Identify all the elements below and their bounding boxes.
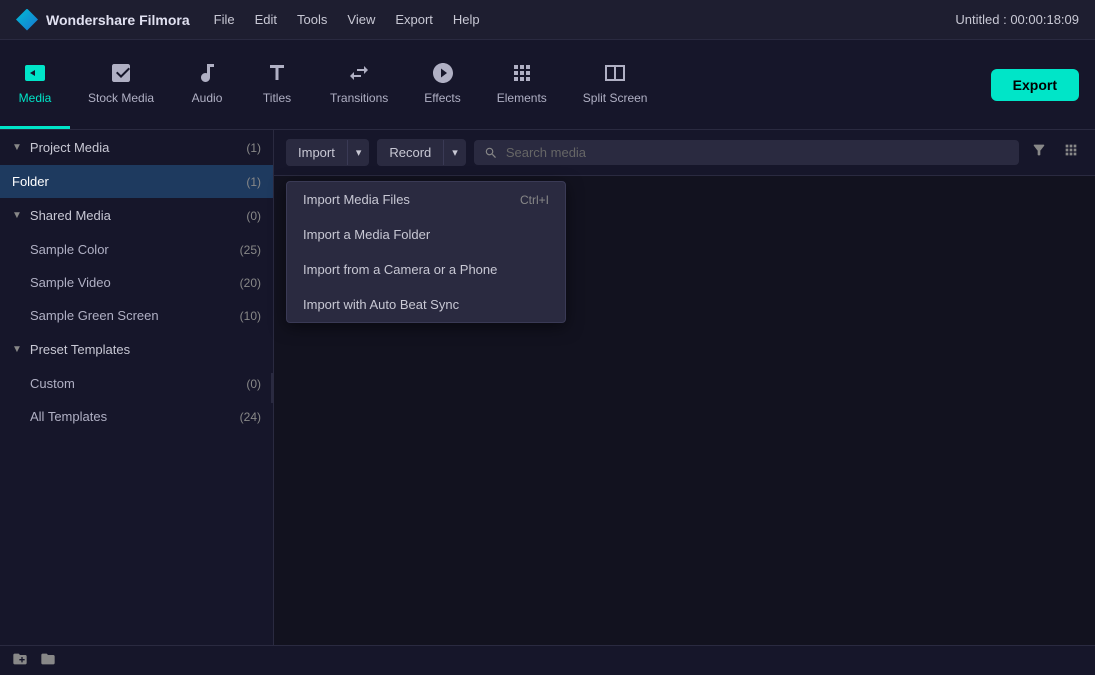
main-area: ▼ Project Media (1) Folder (1) ▼ Shared … bbox=[0, 130, 1095, 645]
toolbar: Media Stock Media Audio Titles Transitio… bbox=[0, 40, 1095, 130]
add-folder-icon[interactable] bbox=[12, 651, 28, 670]
sidebar-shared-media[interactable]: ▼ Shared Media (0) bbox=[0, 198, 273, 233]
sample-green-screen-label: Sample Green Screen bbox=[30, 308, 159, 323]
sidebar-item-custom[interactable]: Custom (0) bbox=[0, 367, 273, 400]
bottom-bar bbox=[0, 645, 1095, 675]
menu-export[interactable]: Export bbox=[395, 8, 433, 31]
menu-file[interactable]: File bbox=[214, 8, 235, 31]
import-button-container: Import ▾ Import Media Files Ctrl+I Impor… bbox=[286, 139, 369, 166]
media-label: Media bbox=[19, 91, 52, 105]
grid-view-button[interactable] bbox=[1059, 138, 1083, 167]
import-folder-label: Import a Media Folder bbox=[303, 227, 430, 242]
export-button[interactable]: Export bbox=[991, 69, 1079, 101]
content-area: Import ▾ Import Media Files Ctrl+I Impor… bbox=[274, 130, 1095, 645]
record-button-group: Record ▾ bbox=[377, 139, 465, 166]
all-templates-label: All Templates bbox=[30, 409, 107, 424]
custom-count: (0) bbox=[246, 377, 261, 391]
shared-media-label: Shared Media bbox=[30, 208, 111, 223]
app-logo-icon bbox=[16, 9, 38, 31]
titles-icon bbox=[265, 61, 289, 85]
import-button-group: Import ▾ bbox=[286, 139, 369, 166]
menu-tools[interactable]: Tools bbox=[297, 8, 327, 31]
sidebar-item-folder[interactable]: Folder (1) bbox=[0, 165, 273, 198]
import-files-shortcut: Ctrl+I bbox=[520, 193, 549, 207]
sample-color-label: Sample Color bbox=[30, 242, 109, 257]
dropdown-item-import-folder[interactable]: Import a Media Folder bbox=[287, 217, 565, 252]
project-media-count: (1) bbox=[246, 141, 261, 155]
dropdown-item-import-files[interactable]: Import Media Files Ctrl+I bbox=[287, 182, 565, 217]
dropdown-item-import-camera[interactable]: Import from a Camera or a Phone bbox=[287, 252, 565, 287]
sample-green-screen-count: (10) bbox=[240, 309, 261, 323]
bottom-bar-icons bbox=[12, 651, 56, 670]
chevron-down-icon-templates: ▼ bbox=[12, 344, 22, 355]
filter-button[interactable] bbox=[1027, 138, 1051, 167]
all-templates-count: (24) bbox=[240, 410, 261, 424]
sample-video-count: (20) bbox=[240, 276, 261, 290]
toolbar-media[interactable]: Media bbox=[0, 40, 70, 129]
sidebar-preset-templates[interactable]: ▼ Preset Templates bbox=[0, 332, 273, 367]
shared-media-count: (0) bbox=[246, 209, 261, 223]
menu-edit[interactable]: Edit bbox=[255, 8, 277, 31]
menu-view[interactable]: View bbox=[347, 8, 375, 31]
import-camera-label: Import from a Camera or a Phone bbox=[303, 262, 497, 277]
top-bar: Wondershare Filmora File Edit Tools View… bbox=[0, 0, 1095, 40]
sidebar-item-all-templates[interactable]: All Templates (24) bbox=[0, 400, 273, 433]
effects-label: Effects bbox=[424, 91, 460, 105]
app-logo: Wondershare Filmora bbox=[16, 9, 190, 31]
toolbar-titles[interactable]: Titles bbox=[242, 40, 312, 129]
import-dropdown-menu: Import Media Files Ctrl+I Import a Media… bbox=[286, 181, 566, 323]
import-button[interactable]: Import bbox=[286, 139, 347, 166]
split-screen-icon bbox=[603, 61, 627, 85]
sidebar-item-sample-green-screen[interactable]: Sample Green Screen (10) bbox=[0, 299, 273, 332]
filter-icon bbox=[1031, 142, 1047, 158]
search-input[interactable] bbox=[506, 145, 1009, 160]
content-toolbar: Import ▾ Import Media Files Ctrl+I Impor… bbox=[274, 130, 1095, 176]
elements-icon bbox=[510, 61, 534, 85]
toolbar-effects[interactable]: Effects bbox=[406, 40, 478, 129]
chevron-down-icon-shared: ▼ bbox=[12, 210, 22, 221]
toolbar-transitions[interactable]: Transitions bbox=[312, 40, 406, 129]
titles-label: Titles bbox=[263, 91, 291, 105]
effects-icon bbox=[431, 61, 455, 85]
sidebar: ▼ Project Media (1) Folder (1) ▼ Shared … bbox=[0, 130, 274, 645]
toolbar-split-screen[interactable]: Split Screen bbox=[565, 40, 666, 129]
stock-media-icon bbox=[109, 61, 133, 85]
sidebar-item-sample-video[interactable]: Sample Video (20) bbox=[0, 266, 273, 299]
folder-label: Folder bbox=[12, 174, 49, 189]
search-icon bbox=[484, 146, 498, 160]
media-icon bbox=[23, 61, 47, 85]
grid-icon bbox=[1063, 142, 1079, 158]
menu-bar: File Edit Tools View Export Help bbox=[214, 8, 480, 31]
menu-help[interactable]: Help bbox=[453, 8, 480, 31]
custom-label: Custom bbox=[30, 376, 75, 391]
import-files-label: Import Media Files bbox=[303, 192, 410, 207]
split-screen-label: Split Screen bbox=[583, 91, 648, 105]
toolbar-stock-media[interactable]: Stock Media bbox=[70, 40, 172, 129]
audio-label: Audio bbox=[192, 91, 223, 105]
folder-count: (1) bbox=[246, 175, 261, 189]
record-button[interactable]: Record bbox=[377, 139, 443, 166]
transitions-icon bbox=[347, 61, 371, 85]
record-dropdown-arrow[interactable]: ▾ bbox=[443, 140, 466, 165]
preset-templates-label: Preset Templates bbox=[30, 342, 130, 357]
project-media-label: Project Media bbox=[30, 140, 109, 155]
transitions-label: Transitions bbox=[330, 91, 388, 105]
sample-video-label: Sample Video bbox=[30, 275, 111, 290]
sidebar-item-sample-color[interactable]: Sample Color (25) bbox=[0, 233, 273, 266]
toolbar-audio[interactable]: Audio bbox=[172, 40, 242, 129]
new-folder-icon[interactable] bbox=[40, 651, 56, 670]
project-title: Untitled : 00:00:18:09 bbox=[955, 12, 1079, 27]
elements-label: Elements bbox=[497, 91, 547, 105]
sample-color-count: (25) bbox=[240, 243, 261, 257]
search-box bbox=[474, 140, 1019, 165]
sidebar-project-media[interactable]: ▼ Project Media (1) bbox=[0, 130, 273, 165]
stock-media-label: Stock Media bbox=[88, 91, 154, 105]
audio-icon bbox=[195, 61, 219, 85]
import-dropdown-arrow[interactable]: ▾ bbox=[347, 140, 370, 165]
import-beat-sync-label: Import with Auto Beat Sync bbox=[303, 297, 459, 312]
dropdown-item-import-beat-sync[interactable]: Import with Auto Beat Sync bbox=[287, 287, 565, 322]
toolbar-elements[interactable]: Elements bbox=[479, 40, 565, 129]
chevron-down-icon: ▼ bbox=[12, 142, 22, 153]
app-name: Wondershare Filmora bbox=[46, 12, 190, 28]
